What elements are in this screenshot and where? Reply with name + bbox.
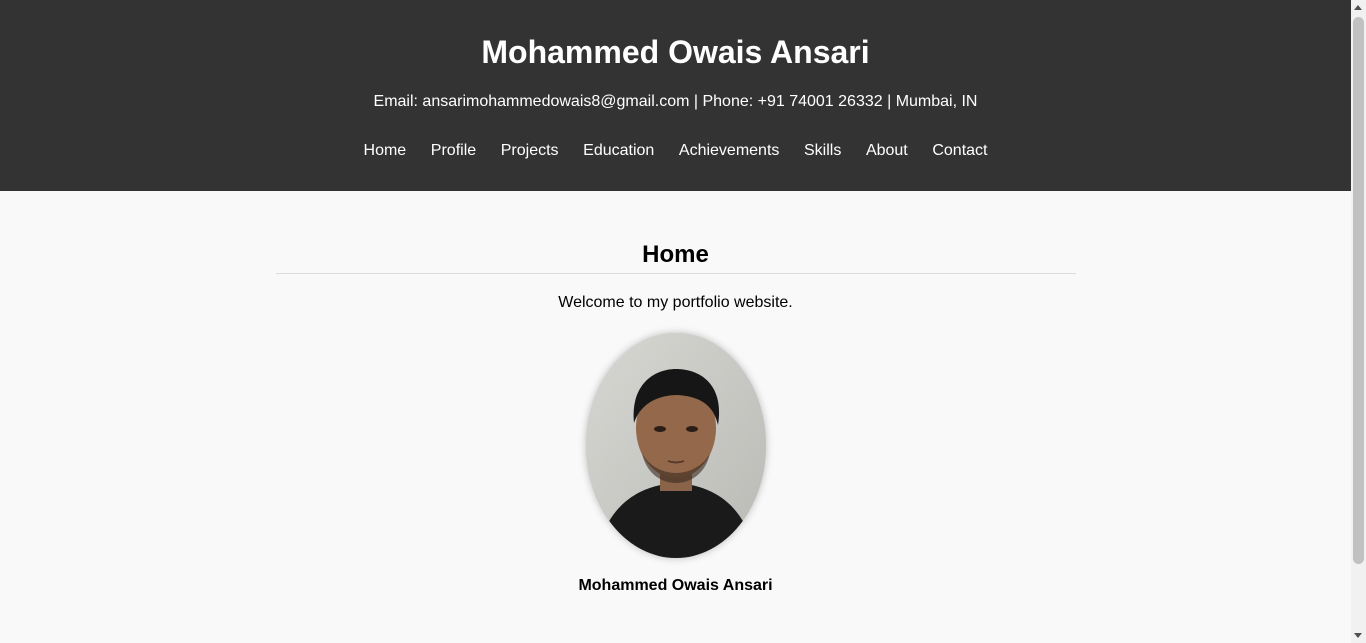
nav-skills[interactable]: Skills	[792, 141, 854, 161]
scrollbar-thumb[interactable]	[1353, 17, 1364, 564]
nav-projects[interactable]: Projects	[488, 141, 570, 161]
nav-contact[interactable]: Contact	[920, 141, 1000, 161]
site-header: Mohammed Owais Ansari Email: ansarimoham…	[0, 0, 1351, 191]
portrait-image	[585, 333, 766, 558]
vertical-scrollbar[interactable]	[1351, 0, 1366, 643]
site-title: Mohammed Owais Ansari	[481, 34, 870, 70]
nav-achievements[interactable]: Achievements	[667, 141, 792, 161]
section-title: Home	[642, 241, 709, 268]
nav-about[interactable]: About	[854, 141, 920, 161]
scroll-down-icon[interactable]	[1354, 633, 1362, 638]
nav-home[interactable]: Home	[351, 141, 418, 161]
page: Mohammed Owais Ansari Email: ansarimoham…	[0, 0, 1351, 643]
profile-photo	[585, 333, 766, 558]
welcome-text: Welcome to my portfolio website.	[558, 294, 793, 311]
contact-info: Email: ansarimohammedowais8@gmail.com | …	[373, 93, 978, 110]
photo-caption: Mohammed Owais Ansari	[578, 577, 773, 594]
section-divider	[275, 273, 1076, 274]
main-nav: Home Profile Projects Education Achievem…	[0, 141, 1351, 161]
nav-education[interactable]: Education	[571, 141, 667, 161]
scroll-up-icon[interactable]	[1354, 5, 1362, 10]
nav-profile[interactable]: Profile	[419, 141, 489, 161]
